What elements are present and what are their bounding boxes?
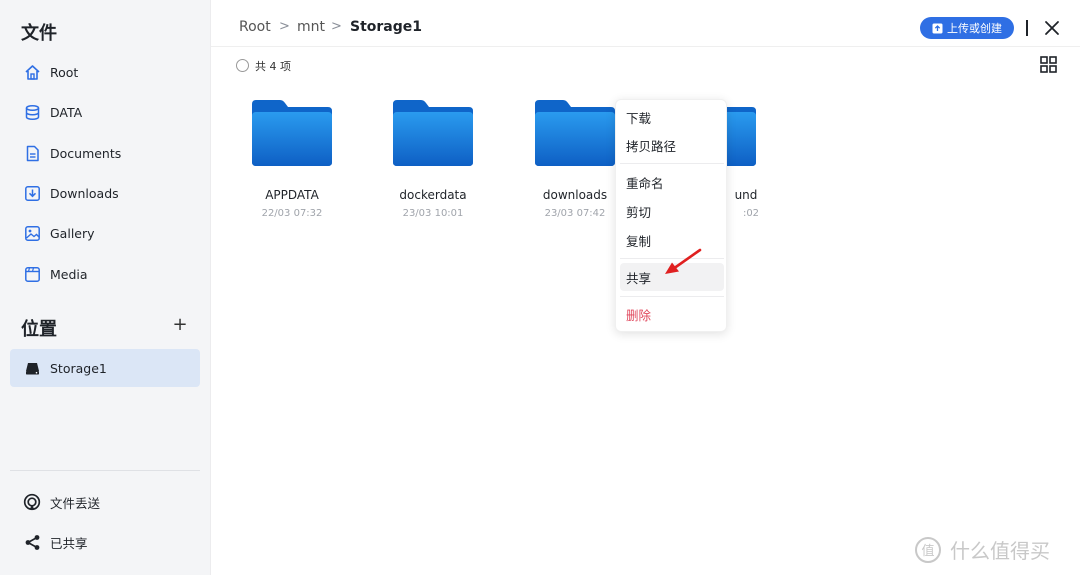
header-divider: [1026, 20, 1028, 36]
menu-item-delete[interactable]: 删除: [620, 300, 724, 328]
menu-separator: [620, 296, 724, 297]
add-location-button[interactable]: +: [171, 315, 189, 335]
annotation-arrow-icon: [665, 248, 702, 274]
context-menu: 下载 拷贝路径 重命名 剪切 复制 共享 删除: [615, 99, 727, 332]
menu-item-copy-path[interactable]: 拷贝路径: [620, 131, 724, 159]
airdrop-icon: [23, 493, 41, 511]
folder-icon: [393, 100, 473, 166]
breadcrumb-separator: >: [331, 19, 342, 34]
download-icon: [23, 184, 41, 202]
folder-item[interactable]: dockerdata 23/03 10:01: [383, 100, 483, 225]
svg-text:值: 值: [921, 543, 934, 559]
watermark-logo-icon: 值: [915, 536, 941, 563]
sidebar-item-label: Downloads: [50, 185, 119, 201]
sidebar-item-label: Media: [50, 266, 88, 282]
upload-button-label: 上传或创建: [947, 22, 1002, 35]
sidebar-item-label: DATA: [50, 104, 83, 120]
sidebar-item-label: Documents: [50, 145, 122, 161]
sidebar-item-label: 已共享: [50, 535, 88, 551]
sidebar-item-file-drop[interactable]: 文件丢送: [10, 483, 200, 521]
watermark-text: 什么值得买: [950, 539, 1050, 563]
sidebar-item-shared[interactable]: 已共享: [10, 523, 200, 561]
watermark: 值 什么值得买: [914, 535, 1050, 564]
sidebar-item-label: Gallery: [50, 225, 95, 241]
sidebar-item-downloads[interactable]: Downloads: [10, 174, 200, 212]
sidebar-item-root[interactable]: Root: [10, 53, 200, 91]
header-bar: Root > mnt > Storage1 上传或创建: [211, 0, 1080, 47]
database-icon: [23, 103, 41, 121]
upload-icon: [932, 23, 943, 34]
sidebar-item-storage1[interactable]: Storage1: [10, 349, 200, 387]
sidebar-item-data[interactable]: DATA: [10, 93, 200, 131]
item-count: 共 4 项: [255, 60, 291, 73]
sidebar-item-gallery[interactable]: Gallery: [10, 214, 200, 252]
folder-icon: [252, 100, 332, 166]
media-icon: [23, 265, 41, 283]
folder-date: 22/03 07:32: [261, 208, 323, 219]
location-section-title: 位置: [21, 319, 57, 340]
drive-icon: [23, 359, 41, 377]
home-icon: [23, 63, 41, 81]
folder-date: 23/03 10:01: [402, 208, 464, 219]
folder-name: APPDATA: [265, 188, 319, 202]
document-icon: [23, 144, 41, 162]
sidebar-divider: [10, 470, 200, 471]
folder-item[interactable]: APPDATA 22/03 07:32: [242, 100, 342, 225]
share-icon: [23, 533, 41, 551]
sidebar-item-documents[interactable]: Documents: [10, 134, 200, 172]
menu-item-download[interactable]: 下载: [620, 103, 724, 131]
select-all-checkbox[interactable]: [236, 59, 249, 72]
files-section-title: 文件: [21, 23, 57, 44]
grid-view-icon[interactable]: [1039, 55, 1058, 74]
sidebar-item-media[interactable]: Media: [10, 255, 200, 293]
close-icon[interactable]: [1042, 18, 1062, 38]
breadcrumb-root[interactable]: Root: [239, 19, 271, 35]
menu-item-rename[interactable]: 重命名: [620, 168, 724, 196]
breadcrumb-separator: >: [279, 19, 290, 34]
sidebar-item-label: 文件丢送: [50, 495, 101, 511]
image-icon: [23, 224, 41, 242]
sidebar-item-label: Storage1: [50, 360, 107, 376]
menu-item-cut[interactable]: 剪切: [620, 197, 724, 225]
sidebar-item-label: Root: [50, 64, 79, 80]
sidebar: 文件 Root DATA Documents Downloads Gallery: [0, 0, 211, 575]
folder-name: dockerdata: [399, 188, 467, 202]
breadcrumb-current: Storage1: [350, 19, 423, 35]
menu-separator: [620, 163, 724, 164]
folder-item[interactable]: downloads 23/03 07:42: [525, 100, 625, 225]
breadcrumb-mnt[interactable]: mnt: [297, 19, 325, 35]
folder-icon: [535, 100, 615, 166]
upload-or-create-button[interactable]: 上传或创建: [920, 17, 1014, 39]
